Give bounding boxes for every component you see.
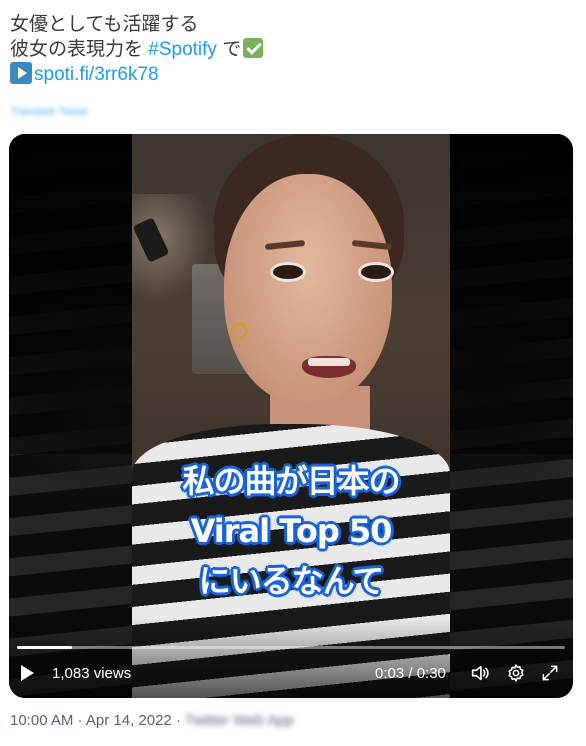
earring [230,322,248,340]
controls-shade [9,618,573,698]
caption-line-3: にいるなんて [198,562,384,600]
caption-line-1: 私の曲が日本の [182,462,400,500]
tweet-timestamp-row: 10:00 AM · Apr 14, 2022 · Twitter Web Ap… [10,712,294,729]
tweet-text: 女優としても活躍する 彼女の表現力を #Spotify で spoti.fi/3… [10,12,570,87]
play-icon [21,665,34,681]
caption-line-2: Viral Top 50 [190,512,393,550]
video-caption: 私の曲が日本の Viral Top 50 にいるなんて [132,456,450,606]
progress-bar-fill [17,646,72,649]
spotify-short-link[interactable]: spoti.fi/3rr6k78 [34,64,159,85]
play-button[interactable] [21,660,43,686]
settings-gear-icon [508,664,524,682]
tweet-line-1: 女優としても活躍する [10,14,199,35]
translate-tweet-link[interactable]: Translate Tweet [10,106,88,118]
tweet-line-2-text: 彼女の表現力を [10,39,149,60]
settings-button[interactable] [503,660,529,686]
left-eye [270,262,306,282]
fullscreen-icon [542,665,558,681]
tweet-timestamp[interactable]: 10:00 AM · Apr 14, 2022 · [10,712,181,729]
volume-icon [471,665,489,681]
tweet-line-2-after: で [216,39,242,60]
playback-time: 0:03 / 0:30 [375,664,446,682]
fullscreen-button[interactable] [537,660,563,686]
tweet-line-3: spoti.fi/3rr6k78 [10,62,570,87]
video-frame [132,134,450,698]
view-count: 1,083 views [52,664,132,682]
progress-bar[interactable] [17,646,565,649]
hashtag-link[interactable]: #Spotify [148,39,217,60]
video-player[interactable]: 私の曲が日本の Viral Top 50 にいるなんて 1,083 views … [9,134,573,698]
volume-button[interactable] [467,660,493,686]
tweet-source[interactable]: Twitter Web App [185,712,294,729]
check-mark-emoji-icon [243,38,264,58]
right-eye [358,262,394,282]
play-button-emoji-icon [10,62,32,84]
tweet-line-2: 彼女の表現力を #Spotify で [10,37,570,62]
teeth [308,358,350,366]
